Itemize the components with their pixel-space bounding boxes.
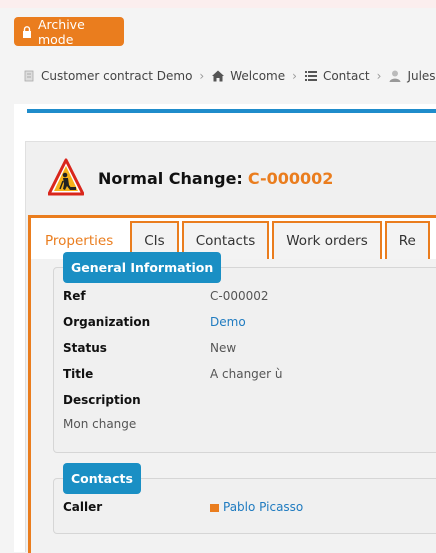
list-icon bbox=[304, 71, 317, 81]
field-value: A changer ù bbox=[210, 367, 283, 381]
breadcrumb: Customer contract Demo › Welcome › Conta… bbox=[22, 66, 436, 86]
general-information-section: General Information Ref C-000002 Organiz… bbox=[53, 252, 436, 453]
field-label: Organization bbox=[63, 315, 151, 329]
field-label: Caller bbox=[63, 500, 103, 514]
person-icon bbox=[210, 503, 219, 512]
chevron-right-icon: › bbox=[292, 69, 297, 83]
chevron-right-icon: › bbox=[376, 69, 382, 83]
warning-construction-icon bbox=[48, 158, 84, 196]
field-label: Description bbox=[63, 393, 141, 407]
header-divider bbox=[27, 109, 436, 113]
breadcrumb-label: Customer contract Demo bbox=[41, 69, 193, 83]
breadcrumb-item-contract[interactable]: Customer contract Demo bbox=[22, 69, 192, 83]
tab-work-orders[interactable]: Work orders bbox=[272, 221, 382, 259]
home-icon bbox=[212, 70, 225, 82]
breadcrumb-item-user[interactable]: Jules V bbox=[388, 69, 436, 83]
caller-name: Pablo Picasso bbox=[223, 500, 304, 514]
field-value: New bbox=[210, 341, 237, 355]
field-label: Ref bbox=[63, 289, 86, 303]
field-ref: Ref C-000002 bbox=[63, 289, 269, 303]
field-label: Title bbox=[63, 367, 94, 381]
section-legend: General Information bbox=[63, 252, 222, 283]
user-icon bbox=[389, 70, 401, 82]
caller-link[interactable]: Pablo Picasso bbox=[210, 500, 303, 514]
main-page: Normal Change: C-000002 Properties CIs C… bbox=[14, 104, 436, 553]
chevron-right-icon: › bbox=[199, 69, 205, 83]
object-panel: Normal Change: C-000002 Properties CIs C… bbox=[25, 141, 436, 553]
field-description: Description bbox=[63, 393, 210, 407]
lock-icon bbox=[22, 25, 31, 38]
archive-mode-button[interactable]: Archive mode bbox=[14, 16, 124, 47]
organization-link[interactable]: Demo bbox=[210, 315, 246, 329]
object-ref: C-000002 bbox=[247, 168, 334, 188]
breadcrumb-item-contact[interactable]: Contact bbox=[304, 69, 370, 83]
top-strip bbox=[0, 0, 436, 8]
tab-related[interactable]: Re bbox=[384, 221, 430, 259]
section-legend: Contacts bbox=[63, 463, 141, 494]
field-status: Status New bbox=[63, 341, 236, 355]
object-title: Normal Change: bbox=[98, 168, 243, 188]
tabs-container: Properties CIs Contacts Work orders Re G… bbox=[28, 215, 436, 553]
description-value: Mon change bbox=[63, 417, 137, 431]
breadcrumb-label: Jules V bbox=[407, 69, 436, 83]
document-icon bbox=[24, 70, 34, 82]
breadcrumb-label: Welcome bbox=[230, 69, 286, 83]
field-organization: Organization Demo bbox=[63, 315, 246, 329]
field-label: Status bbox=[63, 341, 107, 355]
contacts-section: Contacts Caller Pablo Picasso bbox=[53, 463, 436, 534]
field-caller: Caller Pablo Picasso bbox=[63, 500, 303, 514]
field-title: Title A changer ù bbox=[63, 367, 283, 381]
archive-mode-label: Archive mode bbox=[37, 16, 85, 47]
field-value: C-000002 bbox=[210, 289, 269, 303]
breadcrumb-item-welcome[interactable]: Welcome bbox=[211, 69, 285, 83]
properties-content: General Information Ref C-000002 Organiz… bbox=[31, 252, 436, 553]
breadcrumb-label: Contact bbox=[322, 69, 370, 83]
object-header: Normal Change: C-000002 bbox=[48, 158, 333, 198]
